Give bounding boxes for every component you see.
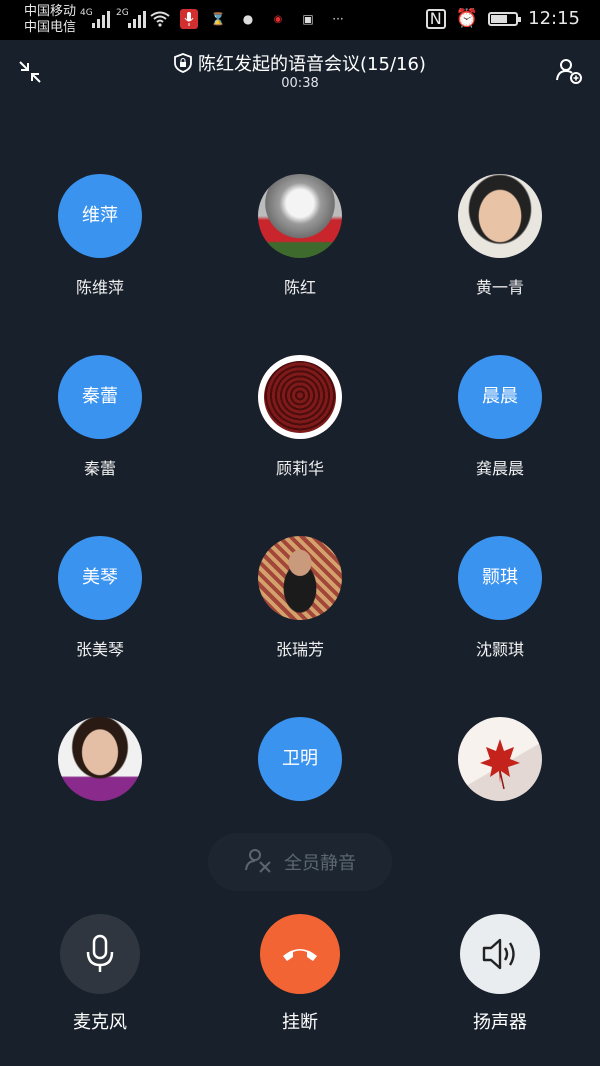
battery-level [491,14,507,23]
signal-icon-1 [92,10,110,28]
participant-tile[interactable] [0,717,200,837]
participant-tile[interactable]: 秦蕾 秦蕾 [0,355,200,478]
nfc-icon: N [425,8,446,29]
carrier-labels: 中国移动 中国电信 [24,4,76,36]
hourglass-icon: ⌛ [210,12,226,26]
carrier-1: 中国移动 [24,4,77,19]
call-header: 陈红发起的语音会议(15/16) 00:38 [0,40,600,100]
signal-icon-2 [128,10,146,28]
participant-photo [458,174,542,258]
participant-tile[interactable]: 晨晨 龚晨晨 [400,355,600,478]
participant-avatar: 颢琪 [458,536,542,620]
participant-tile[interactable]: 顾莉华 [200,355,400,478]
participant-tile[interactable]: 陈红 [200,174,400,297]
participant-name: 顾莉华 [275,459,324,478]
mic-control: 麦克风 [0,914,200,1034]
participant-name: 张瑞芳 [275,640,324,659]
participant-name: 张美琴 [75,640,124,659]
participant-tile[interactable]: 颢琪 沈颢琪 [400,536,600,659]
hangup-label: 挂断 [282,1012,318,1033]
maple-leaf-icon [480,739,520,790]
participant-avatar: 维萍 [58,174,142,258]
hangup-phone-icon [283,949,317,961]
participant-name: 陈红 [283,278,316,297]
mic-label: 麦克风 [73,1012,127,1033]
participant-photo [258,536,342,620]
participant-name: 陈维萍 [75,278,124,297]
app-icon: ▣ [302,12,314,26]
hangup-control: 挂断 [200,914,400,1034]
sina-icon: ◉ [273,13,283,25]
app-notification-icon: ● [242,12,254,26]
participant-avatar: 卫明 [258,717,342,801]
recording-mic-icon [180,9,198,29]
status-bar: 中国移动 中国电信 4G 2G ⌛ ● ◉ ▣ ··· N ⏰ 12:15 [0,0,600,40]
wifi-icon [150,9,170,29]
participant-tile[interactable]: 卫明 [200,717,400,837]
participant-tile[interactable]: 美琴 张美琴 [0,536,200,659]
participant-avatar: 秦蕾 [58,355,142,439]
speaker-icon [482,938,515,970]
net-type-2: 2G [116,8,129,18]
participant-photo [58,717,142,801]
clock: 12:15 [528,8,580,29]
battery-icon [488,11,522,26]
alarm-icon: ⏰ [455,8,479,29]
participant-tile[interactable]: 黄一青 [400,174,600,297]
more-notifications-icon: ··· [332,12,344,26]
call-title-text: 陈红发起的语音会议(15/16) [198,54,426,75]
participant-photo [458,717,542,801]
mute-all-button[interactable]: 全员静音 [208,833,392,891]
participant-avatar: 晨晨 [458,355,542,439]
add-participant-icon[interactable] [554,56,584,86]
mute-all-icon [244,846,272,879]
participant-name: 沈颢琪 [475,640,524,659]
call-timer: 00:38 [281,76,319,91]
speaker-control: 扬声器 [400,914,600,1034]
speaker-button[interactable] [460,914,540,994]
speaker-label: 扬声器 [473,1012,527,1033]
microphone-icon [86,934,114,972]
participant-avatar: 美琴 [58,536,142,620]
lock-shield-icon [174,53,192,78]
participant-photo [258,355,342,439]
call-title: 陈红发起的语音会议(15/16) [0,50,600,78]
participant-tile[interactable] [400,717,600,837]
participant-name [0,817,200,837]
participant-tile[interactable]: 张瑞芳 [200,536,400,659]
carrier-2: 中国电信 [24,20,77,35]
participant-name [400,817,600,837]
mic-button[interactable] [60,914,140,994]
mute-all-label: 全员静音 [284,853,356,874]
net-type-1: 4G [80,8,93,18]
participant-tile[interactable]: 维萍 陈维萍 [0,174,200,297]
participant-name: 秦蕾 [83,459,116,478]
participant-name: 黄一青 [475,278,524,297]
participant-photo [258,174,342,258]
hangup-button[interactable] [260,914,340,994]
participant-name: 龚晨晨 [475,459,524,478]
